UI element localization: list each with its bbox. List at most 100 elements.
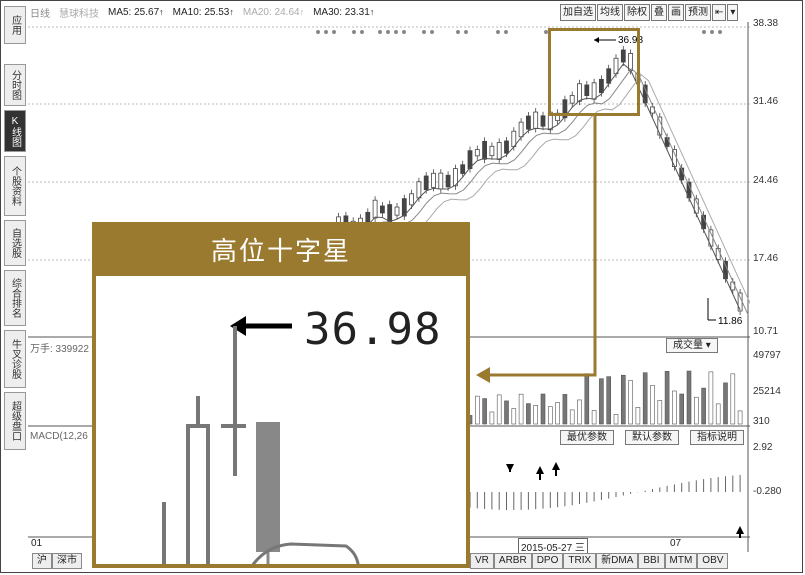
tab-kline[interactable]: K线图 — [4, 110, 26, 152]
tab-vr[interactable]: VR — [470, 553, 494, 569]
tab-trix[interactable]: TRIX — [563, 553, 597, 569]
volume-bar — [540, 393, 546, 425]
dropdown-icon[interactable]: ▾ — [727, 4, 739, 21]
volume-bar — [693, 396, 699, 425]
signal-dots — [316, 30, 722, 34]
candle — [525, 115, 531, 130]
candle — [423, 175, 429, 191]
macd-axis-label: -0.280 — [753, 486, 782, 497]
tab-watchlist[interactable]: 自选股 — [4, 220, 26, 266]
add-watchlist-button[interactable]: 加自选 — [560, 4, 596, 21]
bottom-left-tabs: 沪 深市 — [32, 553, 82, 569]
callout-panel: 高位十字星 36.98 — [92, 222, 470, 568]
default-params-button[interactable]: 默认参数 — [625, 430, 679, 445]
best-params-button[interactable]: 最优参数 — [560, 430, 614, 445]
candle — [379, 205, 385, 214]
volume-axis-label: 25214 — [753, 386, 781, 397]
tab-arbr[interactable]: ARBR — [493, 553, 532, 569]
price-axis-label: 38.38 — [753, 18, 779, 29]
volume-bar — [482, 398, 487, 425]
tab-apps[interactable]: 应用 — [4, 6, 26, 44]
macd-label: MACD(12,26 — [30, 431, 88, 442]
candle — [482, 140, 488, 160]
ma-header: 日线 慧球科技 MA5: 25.67↑ MA10: 25.53↑ MA20: 2… — [30, 4, 374, 20]
volume-bar — [686, 370, 692, 425]
callout-pointer-head — [230, 316, 246, 336]
volume-bar — [518, 393, 524, 425]
volume-bar — [635, 407, 641, 425]
draw-button[interactable]: 画 — [668, 4, 684, 21]
overlay-button[interactable]: 叠 — [651, 4, 667, 21]
volume-bar — [650, 385, 655, 425]
candle — [438, 172, 444, 190]
date-right: 07 — [670, 538, 682, 549]
candle — [474, 149, 480, 157]
forecast-button[interactable]: 预测 — [685, 4, 711, 21]
tab-diagnosis[interactable]: 牛叉诊股 — [4, 330, 26, 388]
price-axis-label: 24.46 — [753, 175, 779, 186]
volume-bar — [504, 400, 509, 425]
volume-bar — [737, 410, 743, 425]
indicator-help-button[interactable]: 指标说明 — [690, 430, 744, 445]
tab-obv[interactable]: OBV — [697, 553, 729, 569]
buy-signal-arrows — [506, 462, 744, 538]
volume-bar — [569, 409, 575, 425]
volume-bar — [730, 373, 736, 425]
candle — [431, 172, 436, 188]
candle — [533, 111, 539, 129]
volume-bar — [708, 371, 714, 425]
tab-stock-info[interactable]: 个股资料 — [4, 156, 26, 216]
ma5-value: MA5: 25.67↑ — [108, 6, 164, 18]
volume-bar — [679, 393, 685, 425]
price-axis-label: 31.46 — [753, 96, 779, 107]
volume-bar — [613, 414, 619, 425]
candle — [365, 211, 371, 223]
volume-prefix: 万手: 339922 — [30, 344, 89, 355]
tab-bbi[interactable]: BBI — [638, 553, 665, 569]
tab-ranking[interactable]: 综合排名 — [4, 270, 26, 326]
volume-bar — [664, 371, 670, 425]
tab-dpo[interactable]: DPO — [531, 553, 564, 569]
volume-bar — [723, 382, 728, 425]
tab-market-sz[interactable]: 深市 — [52, 553, 82, 569]
volume-bar — [562, 394, 568, 425]
first-page-icon[interactable]: ⇤ — [712, 4, 727, 21]
callout-arrow-head — [476, 367, 490, 383]
period-label: 日线 — [30, 8, 50, 20]
volume-label-button[interactable]: 成交量 ▾ — [666, 338, 718, 353]
candle — [518, 121, 524, 138]
tab-newdma[interactable]: 新DMA — [596, 553, 639, 569]
candle — [496, 142, 502, 160]
candle — [394, 206, 400, 216]
ma-button[interactable]: 均线 — [597, 4, 623, 21]
chart-toolbar: 加自选 均线 除权 叠 画 预测 ⇤ ▾ — [560, 4, 739, 21]
candle — [664, 137, 670, 147]
volume-bar — [533, 405, 539, 425]
tab-super-quote[interactable]: 超级盘口 — [4, 392, 26, 450]
tab-market-sh[interactable]: 沪 — [32, 553, 52, 569]
tab-intraday[interactable]: 分时图 — [4, 64, 26, 106]
candle — [504, 140, 509, 154]
volume-bar — [547, 406, 553, 425]
volume-bar — [657, 400, 663, 425]
volume-bar — [628, 380, 633, 425]
volume-bar — [584, 373, 590, 425]
volume-bar — [599, 378, 604, 425]
volume-bar — [511, 408, 517, 425]
candle — [540, 115, 546, 127]
volume-bar — [489, 411, 495, 425]
left-tab-column: 应用 分时图 K线图 个股资料 自选股 综合排名 牛叉诊股 超级盘口 — [4, 6, 26, 554]
tab-mtm[interactable]: MTM — [664, 553, 698, 569]
low-price-text: 11.86 — [718, 316, 743, 327]
ex-rights-button[interactable]: 除权 — [624, 4, 650, 21]
date-left: 01 — [31, 538, 43, 549]
candle — [416, 181, 422, 199]
volume-bar — [591, 410, 597, 425]
volume-bar — [701, 387, 706, 425]
volume-bar — [620, 374, 626, 425]
volume-bar — [577, 399, 582, 425]
volume-bar — [672, 390, 677, 425]
callout-title: 高位十字星 — [96, 226, 466, 276]
indicator-tab-bar: VR ARBR DPO TRIX 新DMA BBI MTM OBV — [470, 553, 729, 569]
candle — [657, 116, 663, 136]
